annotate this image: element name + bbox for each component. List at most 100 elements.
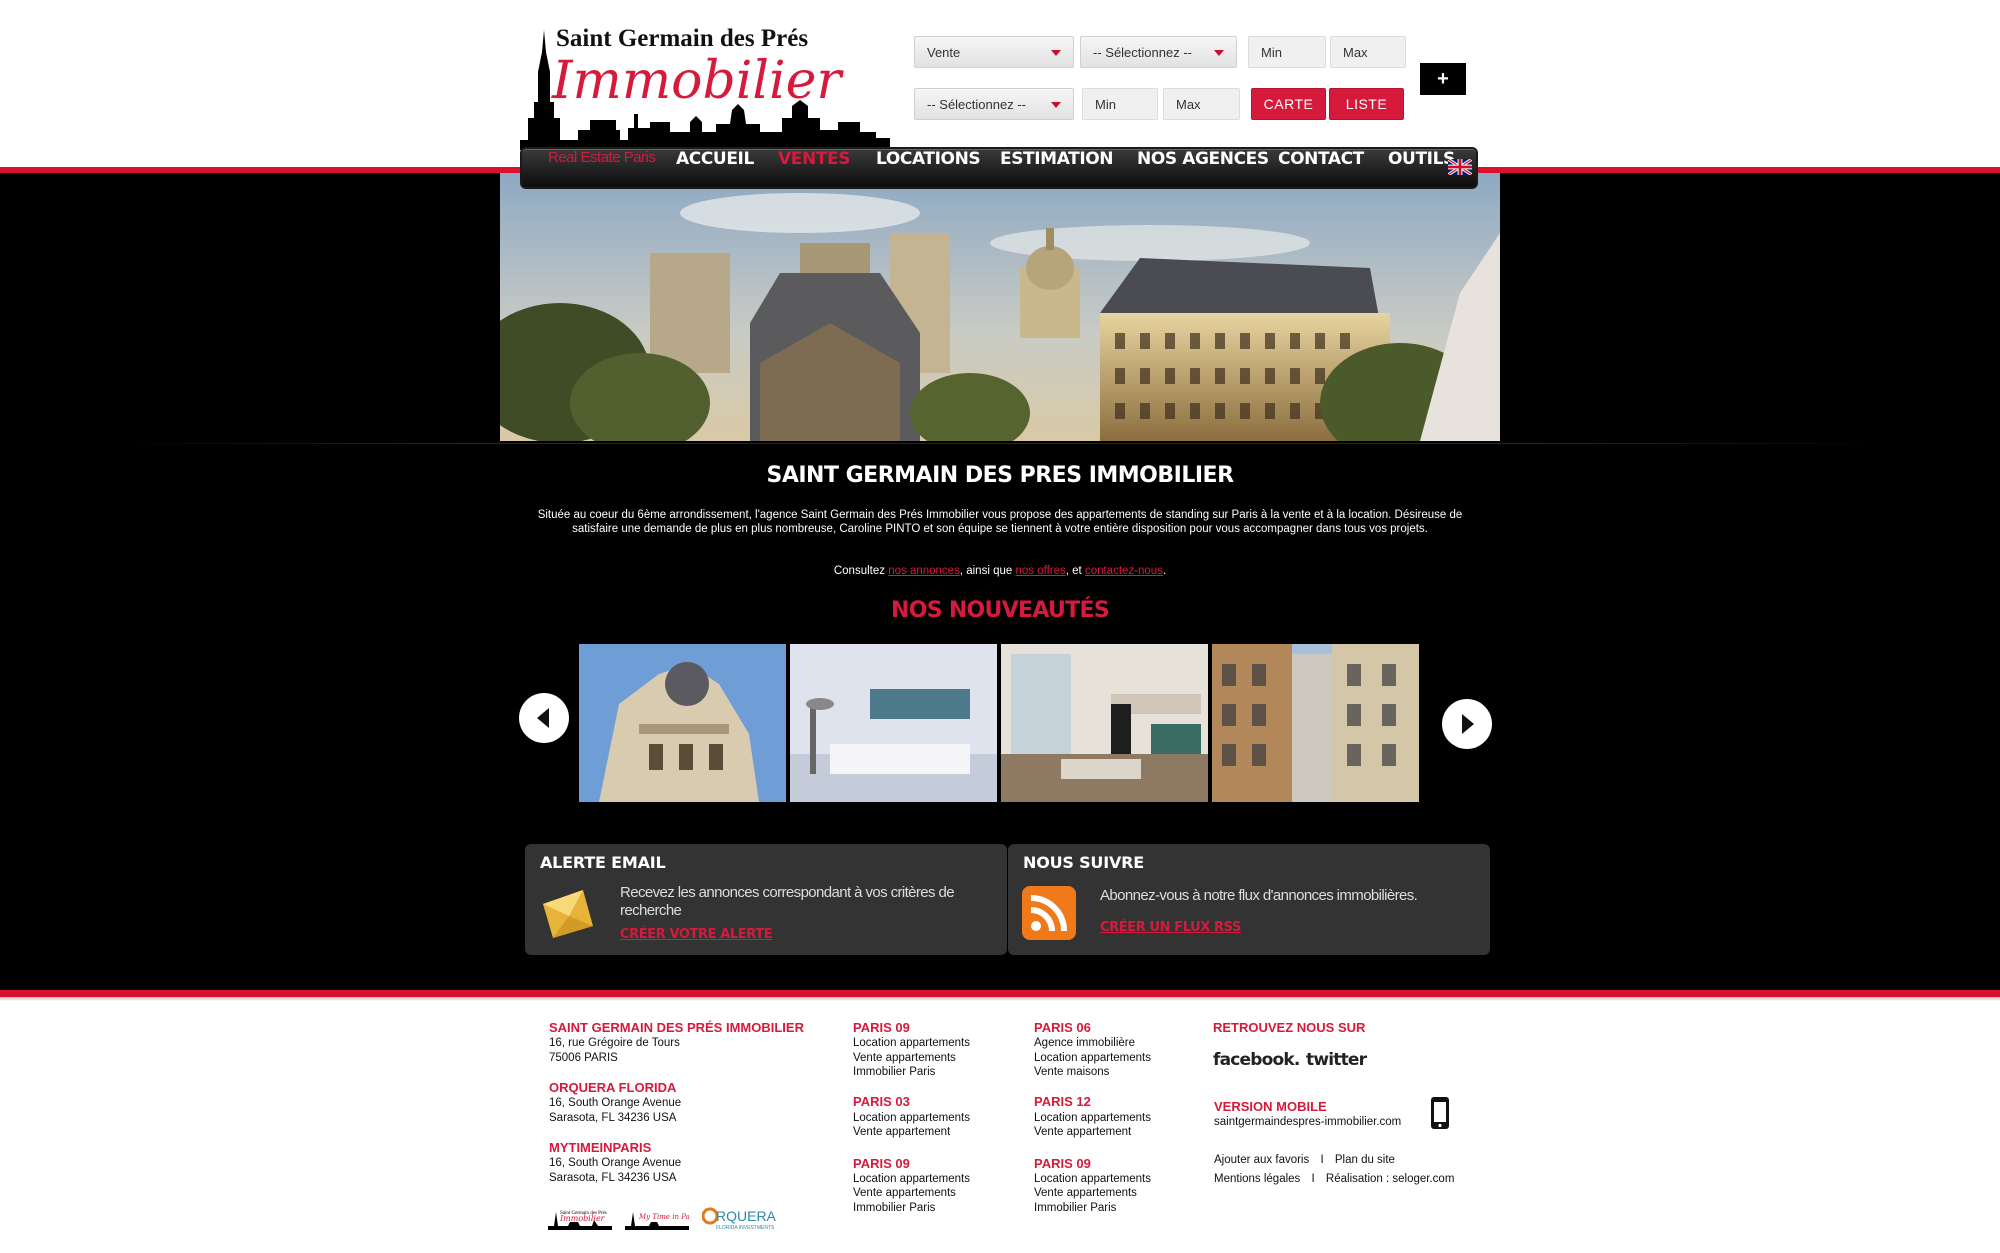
footer-col2-link2a[interactable]: Location appartements [853, 1111, 970, 1126]
logo-line2-text: Immobilier [551, 51, 844, 111]
add-favorites-link[interactable]: Ajouter aux favoris [1214, 1154, 1309, 1166]
consult-line: Consultez nos annonces, ainsi que nos of… [530, 565, 1470, 577]
surface-min-placeholder: Min [1095, 97, 1116, 112]
twitter-link[interactable]: twitter [1306, 1050, 1367, 1070]
bottom-red-stripe [0, 990, 2000, 997]
contact-link[interactable]: contactez-nous [1085, 565, 1163, 577]
carousel-prev-button[interactable] [519, 693, 569, 743]
dropdown-arrow-icon [1214, 50, 1224, 56]
envelope-icon [543, 890, 593, 938]
footer-col3-link1c[interactable]: Vente maisons [1034, 1065, 1109, 1080]
footer-separator: I [1320, 1154, 1324, 1166]
footer-col3-link2a[interactable]: Location appartements [1034, 1111, 1151, 1126]
follow-us-text: Abonnez-vous à notre flux d'annonces imm… [1100, 887, 1418, 904]
nav-item-contact[interactable]: CONTACT [1278, 149, 1364, 187]
offres-link[interactable]: nos offres [1015, 565, 1065, 577]
footer-col2-link3a[interactable]: Location appartements [853, 1172, 970, 1187]
footer-orquera-title: ORQUERA FLORIDA [549, 1080, 677, 1095]
partner-logo-orquera[interactable]: RQUERA FLORIDA INVESTMENTS [702, 1206, 786, 1232]
footer-col2-link3c[interactable]: Immobilier Paris [853, 1201, 935, 1216]
footer-col2-title2: PARIS 03 [853, 1094, 910, 1109]
nav-item-ventes[interactable]: VENTES [778, 149, 850, 187]
intro-text: Située au coeur du 6ème arrondissement, … [537, 509, 1463, 535]
footer-col3-link1a[interactable]: Agence immobilière [1034, 1036, 1135, 1051]
main-nav: Real Estate Paris ACCUEIL VENTES LOCATIO… [520, 147, 1478, 189]
nav-item-accueil[interactable]: ACCUEIL [676, 149, 754, 187]
rss-icon[interactable] [1022, 886, 1076, 940]
footer-col2-link2b[interactable]: Vente appartement [853, 1125, 950, 1140]
footer-links-row2: Mentions légales I Réalisation : seloger… [1214, 1172, 1454, 1187]
footer-col2-link1a[interactable]: Location appartements [853, 1036, 970, 1051]
nav-item-nos-agences[interactable]: NOS AGENCES [1137, 149, 1269, 187]
consult-mid2: , et [1065, 565, 1085, 577]
nav-item-locations[interactable]: LOCATIONS [876, 149, 981, 187]
footer-mytimeinparis-title: MYTIMEINPARIS [549, 1140, 652, 1155]
price-max-input[interactable]: Max [1330, 36, 1406, 68]
footer-col2-title3: PARIS 09 [853, 1156, 910, 1171]
email-alert-text: Recevez les annonces correspondant à vos… [620, 884, 955, 919]
footer-col3-link3b[interactable]: Vente appartements [1034, 1186, 1137, 1201]
footer-separator: I [1311, 1173, 1315, 1185]
footer-col3-link1b[interactable]: Location appartements [1034, 1051, 1151, 1066]
create-alert-link[interactable]: CRÉER VOTRE ALERTE [620, 927, 773, 942]
property-thumbnail-4[interactable] [1212, 644, 1419, 802]
uk-flag-icon[interactable] [1448, 159, 1472, 175]
surface-min-input[interactable]: Min [1082, 88, 1158, 120]
svg-text:My Time in Paris: My Time in Paris [638, 1213, 689, 1221]
footer-orquera-address2: Sarasota, FL 34236 USA [549, 1112, 677, 1124]
property-thumbnail-3[interactable] [1001, 644, 1208, 802]
footer-col2-link1c[interactable]: Immobilier Paris [853, 1065, 935, 1080]
credits-link[interactable]: Réalisation : seloger.com [1326, 1173, 1454, 1185]
price-max-placeholder: Max [1343, 45, 1368, 60]
transaction-select[interactable]: Vente [914, 36, 1074, 68]
partner-logo-sgdp[interactable]: Saint Germain des Prés Immobilier [548, 1204, 612, 1230]
nav-item-outils[interactable]: OUTILS [1388, 149, 1455, 187]
location-select-value: -- Sélectionnez -- [927, 97, 1026, 112]
price-min-input[interactable]: Min [1248, 36, 1326, 68]
property-thumbnail-1[interactable] [579, 644, 786, 802]
mobile-phone-icon[interactable] [1430, 1096, 1450, 1130]
surface-max-input[interactable]: Max [1163, 88, 1240, 120]
create-rss-link[interactable]: CRÉER UN FLUX RSS [1100, 920, 1241, 935]
footer-agency-address1: 16, rue Grégoire de Tours [549, 1037, 680, 1049]
sitemap-link[interactable]: Plan du site [1335, 1154, 1395, 1166]
footer-mytimeinparis-address2: Sarasota, FL 34236 USA [549, 1172, 677, 1184]
footer-col3-title1: PARIS 06 [1034, 1020, 1091, 1035]
surface-max-placeholder: Max [1176, 97, 1201, 112]
carousel-next-button[interactable] [1442, 699, 1492, 749]
liste-button[interactable]: LISTE [1329, 88, 1404, 120]
footer-orquera-address1: 16, South Orange Avenue [549, 1097, 682, 1109]
footer-col2-link3b[interactable]: Vente appartements [853, 1186, 956, 1201]
footer-mobile-title: VERSION MOBILE [1214, 1099, 1327, 1114]
footer-col3-title3: PARIS 09 [1034, 1156, 1091, 1171]
footer-col3-link3a[interactable]: Location appartements [1034, 1172, 1151, 1187]
property-thumbnail-2[interactable] [790, 644, 997, 802]
carte-button[interactable]: CARTE [1251, 88, 1326, 120]
footer-col2-title1: PARIS 09 [853, 1020, 910, 1035]
dropdown-arrow-icon [1051, 50, 1061, 56]
dropdown-arrow-icon [1051, 102, 1061, 108]
type-select-value: -- Sélectionnez -- [1093, 45, 1192, 60]
nouveautes-title: NOS NOUVEAUTÉS [891, 598, 1110, 623]
partner-logo-mytimeinparis[interactable]: My Time in Paris [625, 1204, 689, 1230]
footer-mobile-url[interactable]: saintgermaindespres-immobilier.com [1214, 1115, 1401, 1130]
footer-col3-link2b[interactable]: Vente appartement [1034, 1125, 1131, 1140]
footer-col2-link1b[interactable]: Vente appartements [853, 1051, 956, 1066]
follow-us-title: NOUS SUIVRE [1023, 853, 1144, 872]
footer-links-row1: Ajouter aux favoris I Plan du site [1214, 1153, 1395, 1168]
facebook-link[interactable]: facebook. [1213, 1050, 1300, 1070]
location-select[interactable]: -- Sélectionnez -- [914, 88, 1074, 120]
type-select[interactable]: -- Sélectionnez -- [1080, 36, 1237, 68]
footer-agency-address2: 75006 PARIS [549, 1052, 618, 1064]
partner-logo-sgdp-line2: Immobilier [559, 1214, 606, 1223]
legal-notice-link[interactable]: Mentions légales [1214, 1173, 1300, 1185]
footer-col3-link3c[interactable]: Immobilier Paris [1034, 1201, 1116, 1216]
svg-text:RQUERA: RQUERA [716, 1208, 777, 1224]
more-criteria-button[interactable]: + [1420, 63, 1466, 95]
arrow-left-icon [537, 708, 549, 728]
nav-item-estimation[interactable]: ESTIMATION [1000, 149, 1114, 187]
consult-suffix: . [1162, 565, 1167, 577]
annonces-link[interactable]: nos annonces [888, 565, 960, 577]
arrow-right-icon [1462, 714, 1474, 734]
site-logo[interactable]: Saint Germain des Prés Immobilier [520, 22, 890, 150]
